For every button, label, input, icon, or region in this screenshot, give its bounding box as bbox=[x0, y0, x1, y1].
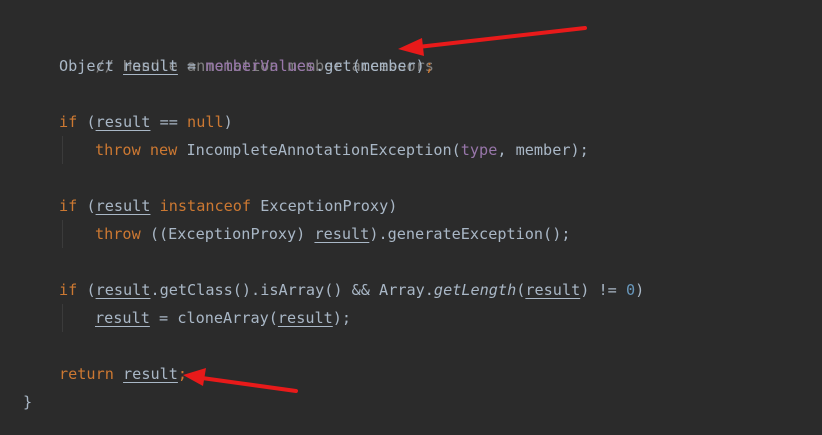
operator-assign: = bbox=[149, 309, 178, 327]
keyword-throw: throw bbox=[95, 225, 141, 243]
variable-result[interactable]: result bbox=[96, 197, 151, 215]
keyword-return: return bbox=[59, 365, 114, 383]
operator-eq: == bbox=[150, 113, 188, 131]
clone-array-close: ); bbox=[332, 309, 352, 327]
code-editor[interactable]: // Handle annotation member accessors Ob… bbox=[0, 0, 822, 435]
variable-result[interactable]: result bbox=[123, 57, 178, 75]
method-get-length[interactable]: getLength bbox=[434, 281, 516, 299]
closing-brace: } bbox=[23, 393, 33, 411]
code-line-if-instanceof: if (result instanceof ExceptionProxy) bbox=[59, 192, 397, 220]
argument-member: , member); bbox=[497, 141, 589, 159]
variable-result[interactable]: result bbox=[96, 113, 151, 131]
class-incomplete-annotation-exception[interactable]: IncompleteAnnotationException( bbox=[177, 141, 460, 159]
keyword-new: new bbox=[149, 141, 178, 159]
number-zero: 0 bbox=[625, 281, 636, 299]
operator-assign: = bbox=[177, 57, 206, 75]
indent-guide bbox=[62, 136, 63, 164]
semicolon: ; bbox=[424, 57, 434, 75]
paren-open: ( bbox=[77, 197, 96, 215]
variable-result[interactable]: result bbox=[96, 281, 151, 299]
code-line-if-array: if (result.getClass().isArray() && Array… bbox=[59, 276, 644, 304]
keyword-null: null bbox=[187, 113, 224, 131]
operator-neq: ) != bbox=[580, 281, 626, 299]
paren-open: ( bbox=[516, 281, 526, 299]
code-line-if-null: if (result == null) bbox=[59, 108, 233, 136]
field-member-values[interactable]: memberValues bbox=[205, 57, 315, 75]
method-get-class-is-array: .getClass().isArray() && Array. bbox=[150, 281, 434, 299]
code-line-clone-array: result = cloneArray(result); bbox=[95, 304, 351, 332]
code-line-closing-brace: } bbox=[23, 388, 32, 416]
cast-exception-proxy: ((ExceptionProxy) bbox=[140, 225, 315, 243]
indent-guide bbox=[62, 220, 63, 248]
variable-result[interactable]: result bbox=[278, 309, 333, 327]
code-line-assignment: Object result = memberValues.get(member)… bbox=[59, 52, 434, 80]
keyword-instanceof: instanceof bbox=[159, 197, 252, 215]
variable-result[interactable]: result bbox=[123, 365, 178, 383]
class-exception-proxy[interactable]: ExceptionProxy) bbox=[251, 197, 397, 215]
paren-close: ) bbox=[223, 113, 233, 131]
paren-open: ( bbox=[77, 113, 96, 131]
method-clone-array[interactable]: cloneArray( bbox=[177, 309, 278, 327]
method-get: .get(member) bbox=[315, 57, 425, 75]
field-type[interactable]: type bbox=[461, 141, 498, 159]
keyword-throw: throw bbox=[95, 141, 141, 159]
paren-open: ( bbox=[77, 281, 96, 299]
paren-close: ) bbox=[635, 281, 645, 299]
variable-result[interactable]: result bbox=[95, 309, 150, 327]
code-line-throw-generate: throw ((ExceptionProxy) result).generate… bbox=[95, 220, 571, 248]
semicolon: ; bbox=[177, 365, 188, 383]
method-generate-exception: ).generateException(); bbox=[369, 225, 571, 243]
indent-guide bbox=[62, 304, 63, 332]
code-line-return: return result; bbox=[59, 360, 187, 388]
type-object: Object bbox=[59, 57, 114, 75]
code-line-comment: // Handle annotation member accessors bbox=[59, 24, 434, 75]
variable-result[interactable]: result bbox=[525, 281, 580, 299]
code-line-throw-incomplete: throw new IncompleteAnnotationException(… bbox=[95, 136, 589, 164]
variable-result[interactable]: result bbox=[314, 225, 369, 243]
arrow-icon-bottom bbox=[183, 368, 298, 393]
keyword-if: if bbox=[59, 113, 78, 131]
keyword-if: if bbox=[59, 281, 78, 299]
keyword-if: if bbox=[59, 197, 78, 215]
